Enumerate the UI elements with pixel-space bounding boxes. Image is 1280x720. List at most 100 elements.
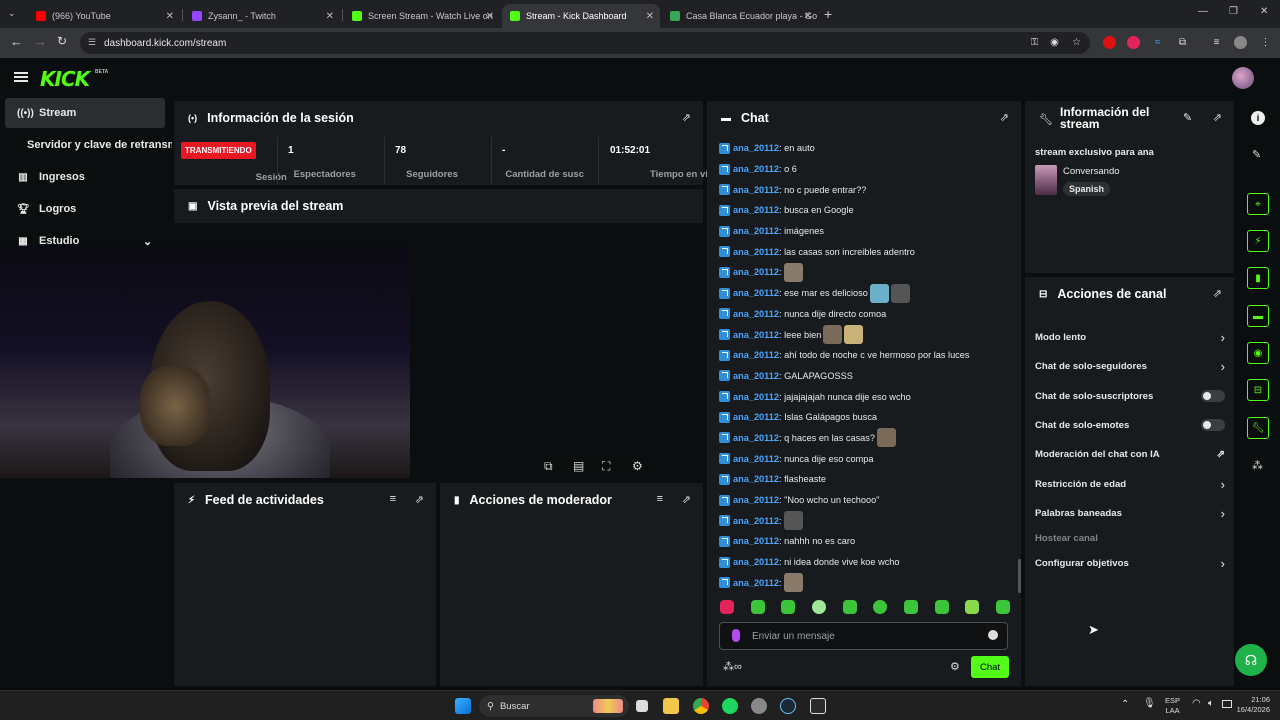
- task-view-icon[interactable]: [636, 700, 648, 712]
- action-emotes-only[interactable]: Chat de solo-emotes: [1035, 415, 1225, 435]
- microphone-icon[interactable]: [732, 629, 740, 642]
- emote-button[interactable]: [750, 600, 765, 614]
- forward-icon[interactable]: →: [34, 34, 47, 49]
- popout-icon[interactable]: ⇗: [1213, 111, 1222, 124]
- reload-icon[interactable]: ↻: [57, 34, 67, 48]
- tray-mic-icon[interactable]: 🎙︎: [1143, 698, 1156, 709]
- chat-username[interactable]: ana_20112: [733, 185, 779, 195]
- chat-scrollbar[interactable]: [1018, 559, 1021, 593]
- close-window-icon[interactable]: ✕: [1260, 6, 1268, 17]
- minimize-icon[interactable]: —: [1198, 6, 1208, 17]
- chat-username[interactable]: ana_20112: [733, 143, 779, 153]
- pencil-icon[interactable]: ✎: [1252, 148, 1261, 161]
- close-icon[interactable]: ✕: [804, 11, 812, 22]
- edit-icon[interactable]: ✎: [1183, 111, 1192, 124]
- gear-icon[interactable]: ⚙: [632, 459, 643, 473]
- emote-button[interactable]: [842, 600, 857, 614]
- file-explorer-icon[interactable]: [663, 698, 679, 714]
- subscribers-only-toggle[interactable]: [1201, 390, 1225, 402]
- steam-icon[interactable]: [780, 698, 796, 714]
- profile-icon[interactable]: [1234, 36, 1247, 49]
- tray-chevron-icon[interactable]: ⌃: [1121, 699, 1129, 710]
- filter-icon[interactable]: ≡: [390, 493, 396, 505]
- tab-google-maps[interactable]: Casa Blanca Ecuador playa - Go ✕: [662, 4, 818, 28]
- chat-username[interactable]: ana_20112: [733, 350, 779, 360]
- rail-chat-icon[interactable]: ▬: [1247, 305, 1269, 327]
- chat-username[interactable]: ana_20112: [733, 536, 779, 546]
- reading-list-icon[interactable]: ≡: [1210, 36, 1223, 49]
- browser-menu-icon[interactable]: ⋮: [1259, 36, 1272, 49]
- action-age-restriction[interactable]: Restricción de edad ›: [1035, 474, 1225, 494]
- fullscreen-icon[interactable]: ⛶: [602, 459, 610, 474]
- app-icon[interactable]: [751, 698, 767, 714]
- sidebar-item-logros[interactable]: 🏆︎ Logros: [5, 194, 165, 224]
- sidebar-item-estudio[interactable]: ▦ Estudio ⌄: [5, 226, 165, 246]
- emoji-icon[interactable]: [988, 630, 998, 640]
- emote-button[interactable]: [811, 600, 826, 614]
- site-info-icon[interactable]: ☰: [88, 37, 96, 48]
- popout-icon[interactable]: ⇗: [1213, 287, 1222, 300]
- maximize-icon[interactable]: ❐: [1229, 6, 1238, 17]
- tab-kick-dashboard[interactable]: Stream - Kick Dashboard ✕: [502, 4, 660, 28]
- taskbar-search[interactable]: ⚲ Buscar: [479, 695, 629, 717]
- password-icon[interactable]: ⚿: [1028, 36, 1041, 49]
- popout-icon[interactable]: ⇗: [682, 493, 691, 506]
- tab-screen-stream[interactable]: Screen Stream - Watch Live on ✕: [344, 4, 500, 28]
- send-chat-button[interactable]: Chat: [971, 656, 1009, 678]
- support-chat-icon[interactable]: ☊: [1235, 644, 1267, 676]
- users-icon[interactable]: ⁂: [1252, 459, 1263, 472]
- avatar[interactable]: [1232, 67, 1254, 89]
- rail-lightning-icon[interactable]: ⚡︎: [1247, 230, 1269, 252]
- tab-search-icon[interactable]: ⌄: [8, 8, 16, 19]
- emote-button[interactable]: [720, 600, 734, 614]
- emote-button[interactable]: [965, 600, 980, 614]
- popout-icon[interactable]: ⇗: [682, 111, 691, 124]
- chat-username[interactable]: ana_20112: [733, 433, 779, 443]
- chat-username[interactable]: ana_20112: [733, 516, 779, 526]
- chat-username[interactable]: ana_20112: [733, 309, 779, 319]
- menu-icon[interactable]: [14, 72, 28, 82]
- extension-blue-icon[interactable]: ≈: [1151, 36, 1164, 49]
- theater-icon[interactable]: ▤: [573, 459, 584, 473]
- chat-username[interactable]: ana_20112: [733, 557, 779, 567]
- chat-username[interactable]: ana_20112: [733, 578, 779, 588]
- chrome-icon[interactable]: [693, 698, 709, 714]
- emote-button[interactable]: [781, 600, 796, 614]
- action-followers-only[interactable]: Chat de solo-seguidores ›: [1035, 356, 1225, 376]
- language-indicator[interactable]: ESP LAA: [1165, 696, 1180, 716]
- extension-red-icon[interactable]: [1103, 36, 1116, 49]
- spotify-icon[interactable]: [722, 698, 738, 714]
- emote-button[interactable]: [873, 600, 888, 614]
- chat-username[interactable]: ana_20112: [733, 164, 779, 174]
- chat-username[interactable]: ana_20112: [733, 495, 779, 505]
- rail-crop-icon[interactable]: ⌖: [1247, 193, 1269, 215]
- close-icon[interactable]: ✕: [166, 11, 174, 22]
- close-icon[interactable]: ✕: [486, 11, 494, 22]
- emote-button[interactable]: [934, 600, 949, 614]
- rail-actions-icon[interactable]: ⊟: [1247, 379, 1269, 401]
- chat-messages[interactable]: ana_20112: en auto ana_20112: o 6 ana_2011…: [719, 138, 1014, 593]
- extensions-puzzle-icon[interactable]: ⧉: [1176, 36, 1189, 49]
- chat-username[interactable]: ana_20112: [733, 247, 779, 257]
- clock[interactable]: 21:06 16/4/2026: [1226, 695, 1270, 715]
- rail-wrench-icon[interactable]: 🔧︎: [1247, 417, 1269, 439]
- volume-icon[interactable]: 🔈︎: [1208, 698, 1214, 709]
- chat-username[interactable]: ana_20112: [733, 267, 779, 277]
- close-icon[interactable]: ✕: [646, 11, 654, 22]
- sidebar-item-ingresos[interactable]: ▥ Ingresos: [5, 162, 165, 192]
- sidebar-item-server-key[interactable]: Servidor y clave de retransmisión: [5, 130, 172, 160]
- chat-username[interactable]: ana_20112: [733, 330, 779, 340]
- emote-button[interactable]: [995, 600, 1010, 614]
- wifi-icon[interactable]: ◠: [1192, 698, 1201, 709]
- tab-youtube[interactable]: (966) YouTube ✕: [28, 4, 180, 28]
- kick-logo[interactable]: KICK: [40, 67, 90, 91]
- chat-username[interactable]: ana_20112: [733, 371, 779, 381]
- url-input[interactable]: ☰ dashboard.kick.com/stream: [80, 32, 1090, 54]
- epic-games-icon[interactable]: [810, 698, 826, 714]
- info-icon[interactable]: i: [1251, 111, 1265, 125]
- chat-username[interactable]: ana_20112: [733, 474, 779, 484]
- chat-message-input[interactable]: Enviar un mensaje: [719, 622, 1008, 650]
- extension-pink-icon[interactable]: [1127, 36, 1140, 49]
- windows-start-icon[interactable]: [455, 698, 471, 714]
- chat-settings-icon[interactable]: ⚙: [950, 660, 960, 673]
